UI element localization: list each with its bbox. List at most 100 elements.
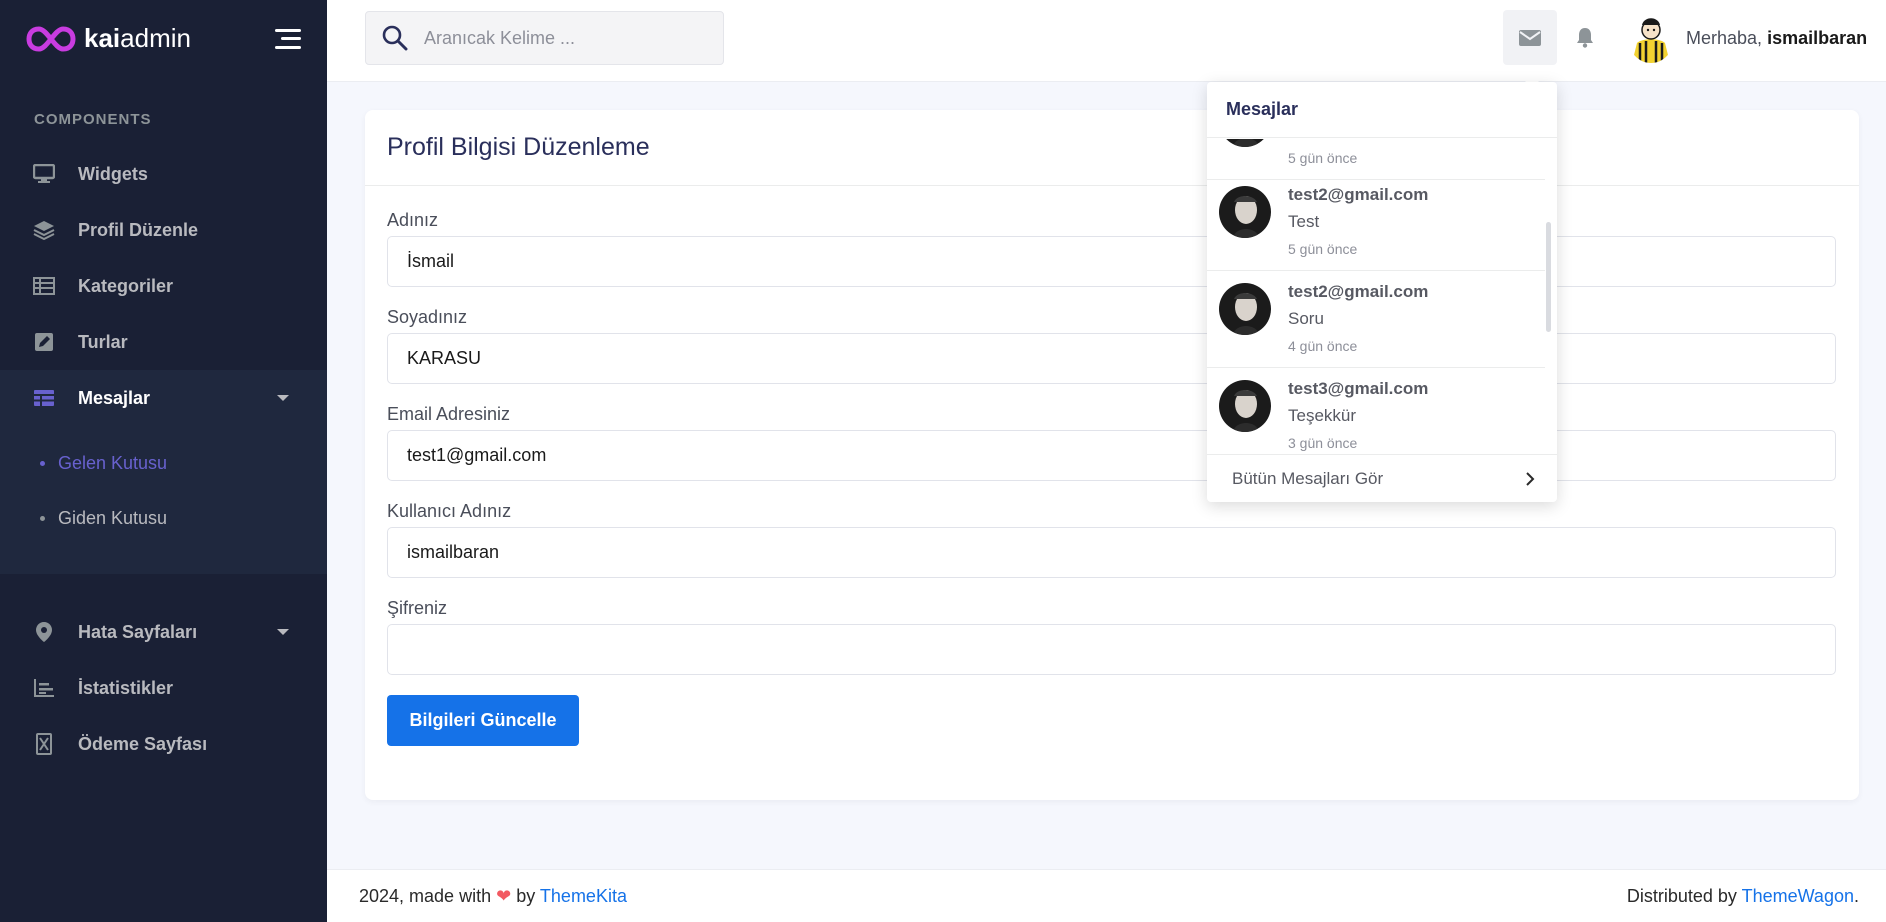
password-field[interactable] — [387, 624, 1836, 675]
messages-button[interactable] — [1503, 10, 1557, 65]
search-input[interactable]: Aranıcak Kelime ... — [424, 28, 575, 49]
sidebar-subitem-giden-kutusu[interactable]: Giden Kutusu — [0, 491, 327, 546]
brand-light: admin — [120, 23, 191, 53]
bullet-icon — [40, 461, 45, 466]
bar-chart-icon — [32, 676, 56, 700]
footer-right: Distributed by ThemeWagon. — [1627, 886, 1859, 907]
sidebar-item-kategoriler[interactable]: Kategoriler — [0, 258, 327, 314]
update-button[interactable]: Bilgileri Güncelle — [387, 695, 579, 746]
footer-left-by: by — [516, 885, 536, 906]
chevron-right-icon — [1526, 471, 1535, 486]
message-time: 4 gün önce — [1288, 338, 1358, 354]
bell-icon — [1577, 28, 1593, 48]
sender-avatar — [1219, 283, 1271, 335]
see-all-label: Bütün Mesajları Gör — [1232, 468, 1384, 488]
footer: 2024, made with ❤ by ThemeKita Distribut… — [327, 869, 1886, 922]
sidebar-item-istatistikler[interactable]: İstatistikler — [0, 660, 327, 716]
sidebar-item-turlar[interactable]: Turlar — [0, 314, 327, 370]
message-from: test3@gmail.com — [1288, 379, 1429, 398]
messages-dropdown: Mesajlar 5 gün önce test2@gmail.com Test… — [1207, 82, 1557, 502]
sidebar-item-label: Widgets — [78, 163, 148, 184]
message-list[interactable]: 5 gün önce test2@gmail.com Test 5 gün ön… — [1207, 139, 1557, 454]
sidebar-item-label: Turlar — [78, 331, 128, 352]
form-group-adiniz: Adınız İsmail — [387, 210, 1837, 287]
themekita-link[interactable]: ThemeKita — [540, 886, 627, 906]
sidebar-item-widgets[interactable]: Widgets — [0, 146, 327, 202]
logo-bar: kaiadmin — [0, 0, 327, 77]
greeting-text: Merhaba, — [1686, 27, 1763, 48]
dropdown-scrollbar[interactable] — [1546, 222, 1551, 332]
table-icon — [32, 274, 56, 298]
caret-down-icon — [277, 629, 289, 635]
map-pin-icon — [32, 620, 56, 644]
form-group-email: Email Adresiniz test1@gmail.com — [387, 404, 1837, 481]
field-label: Kullanıcı Adınız — [387, 501, 512, 521]
message-from: test2@gmail.com — [1288, 185, 1429, 204]
username-field[interactable]: ismailbaran — [387, 527, 1836, 578]
message-item[interactable]: test2@gmail.com Soru 4 gün önce — [1207, 271, 1545, 368]
sidebar-subitem-gelen-kutusu[interactable]: Gelen Kutusu — [0, 436, 327, 491]
footer-left: 2024, made with ❤ by ThemeKita — [359, 886, 627, 907]
sidebar-group-2: Hata Sayfaları İstatistikler Ödeme Sayfa… — [0, 604, 327, 772]
sidebar: kaiadmin COMPONENTS Widgets Profil Düzen… — [0, 0, 327, 922]
page-title: Profil Bilgisi Düzenleme — [387, 133, 650, 161]
message-text: Soru — [1288, 309, 1324, 328]
grid-icon — [32, 386, 56, 410]
field-label: Email Adresiniz — [387, 404, 511, 424]
message-text: Test — [1288, 212, 1320, 231]
top-header: Aranıcak Kelime ... Merhaba, ismailbaran — [327, 0, 1886, 82]
message-time: 5 gün önce — [1288, 150, 1358, 166]
sidebar-item-mesajlar[interactable]: Mesajlar — [0, 370, 327, 426]
field-label: Soyadınız — [387, 307, 468, 327]
last-name-field[interactable]: KARASU — [387, 333, 1836, 384]
bullet-icon — [40, 516, 45, 521]
first-name-field[interactable]: İsmail — [387, 236, 1836, 287]
sidebar-item-label: Hata Sayfaları — [78, 621, 198, 642]
email-field[interactable]: test1@gmail.com — [387, 430, 1836, 481]
search-icon[interactable] — [382, 25, 408, 51]
search-box[interactable]: Aranıcak Kelime ... — [365, 11, 724, 65]
see-all-messages-link[interactable]: Bütün Mesajları Gör — [1207, 454, 1557, 502]
brand-bold: kai — [84, 23, 121, 53]
sidebar-item-label: Kategoriler — [78, 275, 174, 296]
card-header: Profil Bilgisi Düzenleme — [365, 110, 1859, 186]
themewagon-link[interactable]: ThemeWagon — [1742, 886, 1854, 906]
field-label: Şifreniz — [387, 598, 448, 618]
sidebar-submenu: Gelen Kutusu Giden Kutusu — [0, 426, 327, 574]
section-title: COMPONENTS — [34, 111, 152, 128]
message-time: 3 gün önce — [1288, 435, 1358, 451]
form-group-soyadiniz: Soyadınız KARASU — [387, 307, 1837, 384]
sidebar-item-label: İstatistikler — [78, 677, 174, 698]
sidebar-item-odeme-sayfasi[interactable]: Ödeme Sayfası — [0, 716, 327, 772]
envelope-icon — [1519, 29, 1541, 46]
sidebar-subitem-label: Giden Kutusu — [58, 508, 168, 528]
message-item[interactable]: test3@gmail.com Teşekkür 3 gün önce — [1207, 368, 1545, 454]
sender-avatar — [1219, 186, 1271, 238]
profile-card: Profil Bilgisi Düzenleme Adınız İsmail S… — [365, 110, 1859, 800]
menu-toggle-icon[interactable] — [275, 28, 301, 49]
brand-logo[interactable]: kaiadmin — [26, 23, 191, 54]
sidebar-item-hata-sayfalari[interactable]: Hata Sayfaları — [0, 604, 327, 660]
message-text: Teşekkür — [1288, 406, 1357, 425]
desktop-icon — [32, 162, 56, 186]
avatar[interactable] — [1628, 13, 1674, 63]
field-label: Adınız — [387, 210, 439, 230]
sidebar-item-label: Ödeme Sayfası — [78, 733, 208, 754]
notifications-button[interactable] — [1558, 10, 1612, 65]
message-item[interactable]: test2@gmail.com Test 5 gün önce — [1207, 174, 1545, 271]
sender-avatar — [1219, 139, 1271, 147]
caret-down-icon — [277, 395, 289, 401]
form-group-kullanici: Kullanıcı Adınız ismailbaran — [387, 501, 1837, 578]
infinity-logo-icon — [26, 25, 76, 52]
user-menu[interactable]: Merhaba, ismailbaran — [1628, 13, 1867, 63]
sender-avatar — [1219, 380, 1271, 432]
heart-icon: ❤ — [496, 885, 512, 906]
layers-icon — [32, 218, 56, 242]
username-text: ismailbaran — [1767, 27, 1868, 48]
sidebar-subitem-label: Gelen Kutusu — [58, 453, 168, 473]
sidebar-item-profil-duzenle[interactable]: Profil Düzenle — [0, 202, 327, 258]
dropdown-title: Mesajlar — [1207, 82, 1557, 138]
footer-left-prefix: 2024, made with — [359, 885, 492, 906]
footer-right-prefix: Distributed by — [1626, 885, 1737, 906]
sidebar-item-label: Profil Düzenle — [78, 219, 199, 240]
